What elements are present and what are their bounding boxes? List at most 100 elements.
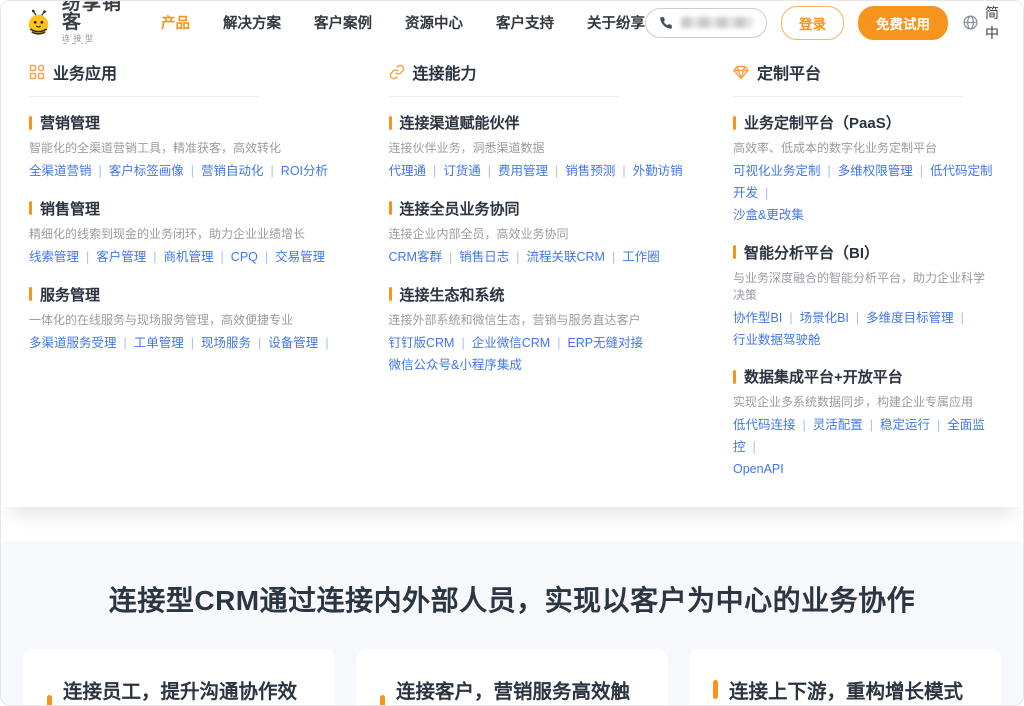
link-separator: | [99, 164, 102, 178]
mega-section-desc: 连接伙伴业务，洞悉渠道数据 [389, 139, 719, 156]
login-button[interactable]: 登录 [781, 6, 844, 40]
mega-link[interactable]: 设备管理 [268, 336, 318, 350]
nav-item-解决方案[interactable]: 解决方案 [223, 12, 281, 33]
mega-link[interactable]: 行业数据驾驶舱 [733, 333, 821, 347]
nav-item-关于纷享[interactable]: 关于纷享 [587, 12, 645, 33]
link-separator: | [153, 250, 156, 264]
mega-link[interactable]: 稳定运行 [880, 418, 930, 432]
mega-column-header: 定制平台 [733, 60, 995, 84]
mega-link[interactable]: 沙盒&更改集 [733, 208, 804, 222]
mega-link-row: 线索管理|客户管理|商机管理|CPQ|交易管理 [29, 247, 374, 269]
bee-logo-icon [25, 8, 55, 38]
globe-icon [962, 14, 979, 31]
mega-link[interactable]: 工作圈 [622, 250, 660, 264]
mega-link[interactable]: OpenAPI [733, 462, 784, 476]
mega-section-销售管理: 销售管理精细化的线索到现金的业务闭环，助力企业业绩增长线索管理|客户管理|商机管… [29, 198, 374, 269]
mega-section-desc: 一体化的在线服务与现场服务管理，高效便捷专业 [29, 311, 374, 328]
mega-section-desc: 高效率、低成本的数字化业务定制平台 [733, 139, 995, 156]
mega-link[interactable]: 营销自动化 [201, 164, 264, 178]
card-title-text: 连接客户，营销服务高效触达 [396, 675, 644, 706]
mega-link-row: 可视化业务定制|多维权限管理|低代码定制开发| [733, 161, 995, 205]
mega-section-title-text: 服务管理 [40, 284, 100, 305]
mega-link[interactable]: 客户管理 [96, 250, 146, 264]
top-navbar: 纷享销客 连接型CRM 产品解决方案客户案例资源中心客户支持关于纷享 登录 免费… [1, 1, 1023, 44]
mega-column-title: 定制平台 [757, 60, 821, 84]
mega-link[interactable]: 线索管理 [29, 250, 79, 264]
mega-link-row: 钉钉版CRM|企业微信CRM|ERP无缝对接 [389, 333, 719, 355]
column-divider [733, 96, 963, 97]
mega-link[interactable]: 场景化BI [800, 311, 849, 325]
mega-section-title-text: 智能分析平台（BI） [744, 242, 879, 263]
link-separator: | [828, 164, 831, 178]
link-separator: | [612, 250, 615, 264]
link-separator: | [124, 336, 127, 350]
mega-link[interactable]: ERP无缝对接 [567, 336, 643, 350]
mega-link[interactable]: CPQ [231, 250, 258, 264]
mega-link[interactable]: 销售日志 [459, 250, 509, 264]
link-separator: | [271, 164, 274, 178]
accent-bar [389, 201, 392, 215]
mega-link[interactable]: 低代码连接 [733, 418, 796, 432]
mega-section-title-text: 销售管理 [40, 198, 100, 219]
mega-link[interactable]: 多维度目标管理 [866, 311, 954, 325]
mega-link[interactable]: 微信公众号&小程序集成 [389, 358, 522, 372]
mega-column-title: 连接能力 [413, 60, 477, 84]
mega-link[interactable]: 多渠道服务受理 [29, 336, 117, 350]
free-trial-button[interactable]: 免费试用 [858, 6, 948, 40]
accent-bar [733, 370, 736, 384]
mega-link[interactable]: 灵活配置 [813, 418, 863, 432]
mega-link[interactable]: 代理通 [389, 164, 427, 178]
link-separator: | [433, 164, 436, 178]
mega-link[interactable]: 工单管理 [134, 336, 184, 350]
nav-item-客户案例[interactable]: 客户案例 [314, 12, 372, 33]
mega-link[interactable]: 企业微信CRM [472, 336, 550, 350]
link-separator: | [258, 336, 261, 350]
mega-section-title: 连接渠道赋能伙伴 [389, 112, 719, 133]
mega-section-连接全员业务协同: 连接全员业务协同连接企业内部全员，高效业务协同CRM客群|销售日志|流程关联CR… [389, 198, 719, 269]
mega-link[interactable]: 交易管理 [275, 250, 325, 264]
mega-link[interactable]: 客户标签画像 [109, 164, 184, 178]
mega-column-title: 业务应用 [53, 60, 117, 84]
mega-link[interactable]: 费用管理 [498, 164, 548, 178]
mega-link[interactable]: ROI分析 [281, 164, 328, 178]
mega-section-title-text: 业务定制平台（PaaS） [744, 112, 901, 133]
mega-section-desc: 实现企业多系统数据同步，构建企业专属应用 [733, 393, 995, 410]
feature-card-2: 连接客户，营销服务高效触达深度集成企业微信、公众号、小程序，并整合多个沟通渠道，… [356, 649, 668, 706]
mega-column-header: 连接能力 [389, 60, 719, 84]
column-divider [389, 96, 619, 97]
mega-column-2: 连接能力连接渠道赋能伙伴连接伙伴业务，洞悉渠道数据代理通|订货通|费用管理|销售… [389, 60, 719, 481]
mega-link[interactable]: 多维权限管理 [838, 164, 913, 178]
feature-card-1: 连接员工，提升沟通协作效率实现以客户为中心的企业内全员高效业务协作，提升销售、渠… [23, 649, 335, 706]
mega-link[interactable]: 全渠道营销 [29, 164, 92, 178]
link-separator: | [870, 418, 873, 432]
mega-link[interactable]: 可视化业务定制 [733, 164, 821, 178]
nav-item-客户支持[interactable]: 客户支持 [496, 12, 554, 33]
mega-section-title: 数据集成平台+开放平台 [733, 366, 995, 387]
phone-number-pill[interactable] [645, 8, 767, 38]
mega-link[interactable]: 订货通 [443, 164, 481, 178]
nav-item-资源中心[interactable]: 资源中心 [405, 12, 463, 33]
mega-link[interactable]: CRM客群 [389, 250, 442, 264]
mega-link-row: 行业数据驾驶舱 [733, 330, 995, 352]
card-title-text: 连接上下游，重构增长模式 [729, 675, 963, 704]
mega-section-连接渠道赋能伙伴: 连接渠道赋能伙伴连接伙伴业务，洞悉渠道数据代理通|订货通|费用管理|销售预测|外… [389, 112, 719, 183]
mega-section-智能分析平台（BI）: 智能分析平台（BI）与业务深度融合的智能分析平台，助力企业科学决策协作型BI|场… [733, 242, 995, 352]
mega-link[interactable]: 协作型BI [733, 311, 782, 325]
mega-section-desc: 精细化的线索到现金的业务闭环，助力企业业绩增长 [29, 225, 374, 242]
mega-link[interactable]: 流程关联CRM [526, 250, 604, 264]
mega-link[interactable]: 现场服务 [201, 336, 251, 350]
mega-link[interactable]: 钉钉版CRM [389, 336, 455, 350]
link-separator: | [803, 418, 806, 432]
mega-link[interactable]: 外勤访销 [633, 164, 683, 178]
accent-bar [29, 116, 32, 130]
nav-item-产品[interactable]: 产品 [161, 12, 190, 33]
mega-link-row: 微信公众号&小程序集成 [389, 355, 719, 377]
language-switcher[interactable]: 简中 [962, 3, 999, 43]
accent-bar [380, 695, 385, 706]
mega-section-title: 销售管理 [29, 198, 374, 219]
accent-bar [29, 201, 32, 215]
link-separator: | [856, 311, 859, 325]
mega-link[interactable]: 商机管理 [164, 250, 214, 264]
mega-link[interactable]: 销售预测 [565, 164, 615, 178]
link-separator: | [937, 418, 940, 432]
